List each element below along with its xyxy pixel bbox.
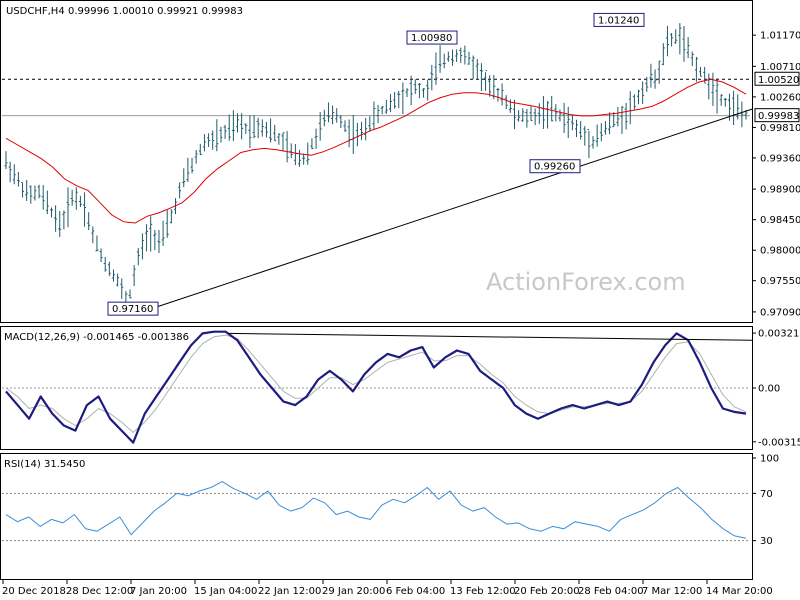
macd-tick-label: -0.003153 (758, 437, 800, 448)
rsi-panel (0, 453, 753, 580)
macd-series (2, 330, 753, 444)
moving-average (5, 78, 747, 224)
macd-tick-label: 0.00 (758, 384, 780, 395)
rsi-series (2, 481, 750, 542)
price-grid (2, 78, 750, 117)
price-tick-label: 0.98900 (760, 185, 800, 196)
time-tick-label: 14 Mar 20:00 (706, 586, 773, 597)
time-tick-label: 20 Dec 2018 (2, 586, 66, 597)
time-tick-label: 7 Jan 20:00 (130, 586, 187, 597)
price-tick-label: 1.01170 (760, 31, 800, 42)
time-tick-label: 6 Feb 04:00 (386, 586, 445, 597)
rsi-axis: 100 70 30 (752, 454, 779, 547)
macd-signal-line (5, 334, 747, 433)
price-annotations: 0.97160 1.00980 0.99260 1.01240 1.00520 0.999… (107, 12, 800, 316)
macd-tick-label: 0.003219 (758, 329, 800, 340)
annotation-label: 0.99260 (534, 162, 575, 173)
rsi-line (5, 481, 747, 539)
price-tick-label: 0.99810 (760, 123, 800, 134)
price-tick-label: 1.00710 (760, 62, 800, 73)
rsi-tick-label: 100 (760, 454, 779, 465)
price-label-text: 1.00520 (758, 75, 799, 86)
price-tick-label: 0.97090 (760, 307, 800, 318)
annotation-label: 1.00980 (411, 33, 452, 44)
time-tick-label: 28 Dec 12:00 (66, 586, 133, 597)
price-label-text: 0.99983 (758, 111, 799, 122)
macd-axis: 0.003219 0.00 -0.003153 (752, 329, 800, 448)
time-tick-label: 13 Feb 12:00 (450, 586, 516, 597)
time-tick-label: 29 Jan 20:00 (322, 586, 385, 597)
chart-ohlc: 0.99996 1.00010 0.99921 0.99983 (68, 6, 243, 17)
ma-line (5, 78, 747, 224)
time-tick-label: 15 Jan 04:00 (194, 586, 257, 597)
chart-symbol: USDCHF,H4 (6, 6, 65, 17)
rsi-tick-label: 30 (760, 536, 773, 547)
annotation-label: 0.97160 (112, 304, 153, 315)
price-tick-label: 0.99360 (760, 153, 800, 164)
chart-svg: ActionForex.com USDCHF,H4 0.99996 1.0001… (0, 0, 800, 597)
watermark: ActionForex.com (486, 268, 686, 296)
annotation-label: 1.01240 (598, 15, 639, 26)
time-tick-label: 7 Mar 12:00 (642, 586, 702, 597)
price-tick-label: 1.00260 (760, 92, 800, 103)
macd-line (5, 330, 747, 444)
macd-title: MACD(12,26,9) -0.001465 -0.001386 (4, 332, 189, 343)
time-tick-label: 20 Feb 20:00 (514, 586, 580, 597)
time-axis: 20 Dec 2018 28 Dec 12:007 Jan 20:00 15 Jan… (2, 580, 773, 597)
rsi-title: RSI(14) 31.5450 (4, 459, 85, 470)
price-tick-label: 0.98000 (760, 246, 800, 257)
time-tick-label: 22 Jan 12:00 (258, 586, 321, 597)
time-tick-label: 28 Feb 04:00 (578, 586, 644, 597)
rsi-tick-label: 70 (760, 489, 773, 500)
price-tick-label: 0.98450 (760, 215, 800, 226)
price-tick-label: 0.97550 (760, 276, 800, 287)
